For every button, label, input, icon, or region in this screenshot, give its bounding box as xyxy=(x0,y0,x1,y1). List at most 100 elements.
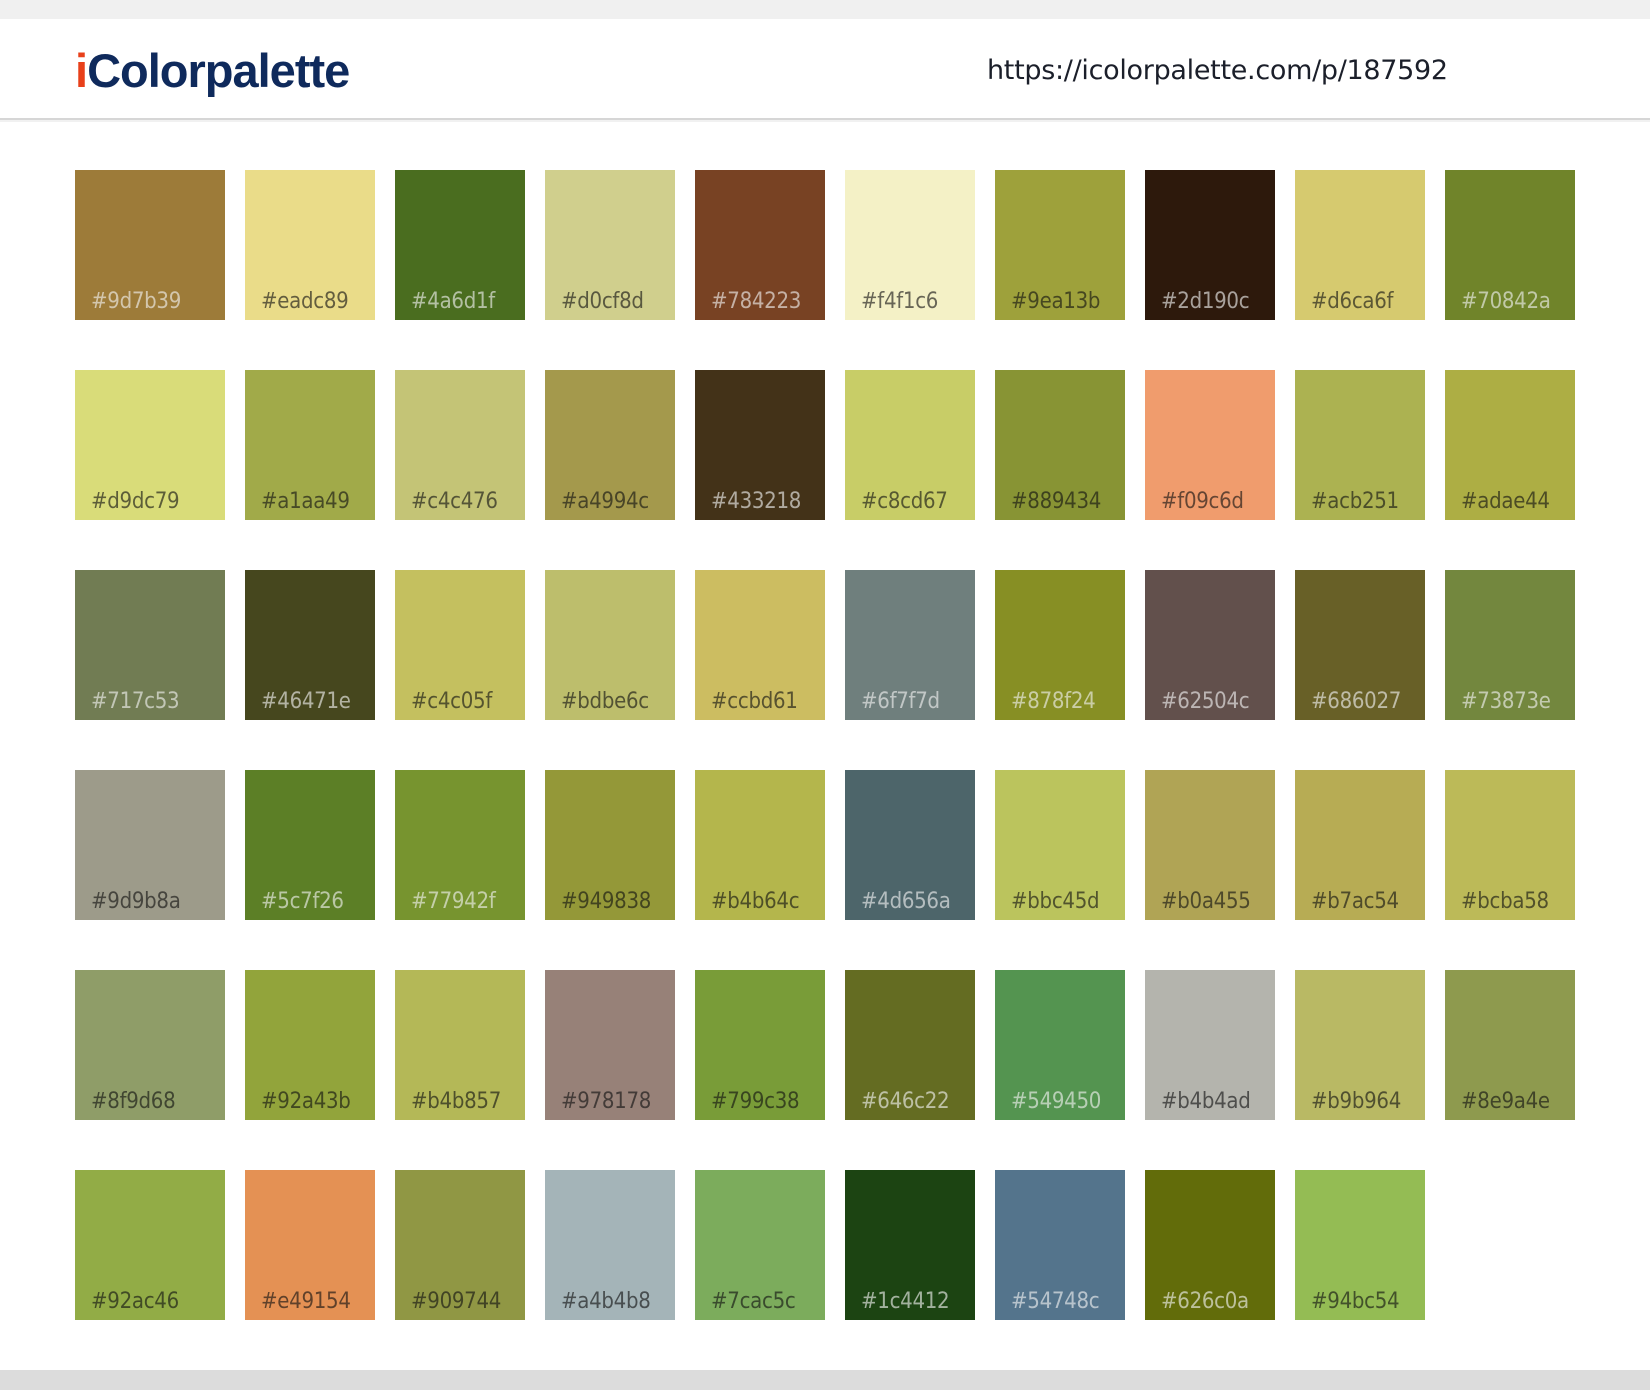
color-swatch[interactable]: #73873e xyxy=(1445,570,1575,720)
color-swatch[interactable]: #b4b64c xyxy=(695,770,825,920)
color-swatch[interactable]: #ccbd61 xyxy=(695,570,825,720)
swatch-hex-label: #6f7f7d xyxy=(861,689,940,714)
color-swatch[interactable]: #e49154 xyxy=(245,1170,375,1320)
color-swatch[interactable]: #acb251 xyxy=(1295,370,1425,520)
color-swatch[interactable]: #549450 xyxy=(995,970,1125,1120)
color-swatch[interactable]: #54748c xyxy=(995,1170,1125,1320)
swatch-hex-label: #54748c xyxy=(1011,1289,1100,1314)
color-swatch[interactable]: #978178 xyxy=(545,970,675,1120)
swatch-hex-label: #549450 xyxy=(1011,1089,1102,1114)
swatch-hex-label: #46471e xyxy=(261,689,351,714)
color-swatch[interactable]: #c4c05f xyxy=(395,570,525,720)
color-swatch[interactable]: #46471e xyxy=(245,570,375,720)
swatch-hex-label: #92ac46 xyxy=(91,1289,179,1314)
color-swatch[interactable]: #2d190c xyxy=(1145,170,1275,320)
swatch-hex-label: #5c7f26 xyxy=(261,889,344,914)
color-swatch[interactable]: #7cac5c xyxy=(695,1170,825,1320)
swatch-hex-label: #878f24 xyxy=(1011,689,1096,714)
swatch-hex-label: #8e9a4e xyxy=(1461,1089,1550,1114)
site-header: iColorpalette https://icolorpalette.com/… xyxy=(0,19,1650,120)
color-swatch[interactable]: #d0cf8d xyxy=(545,170,675,320)
color-swatch[interactable]: #717c53 xyxy=(75,570,225,720)
swatch-hex-label: #acb251 xyxy=(1311,489,1399,514)
color-swatch[interactable]: #92ac46 xyxy=(75,1170,225,1320)
color-swatch[interactable]: #c4c476 xyxy=(395,370,525,520)
color-swatch[interactable]: #626c0a xyxy=(1145,1170,1275,1320)
color-swatch[interactable]: #4d656a xyxy=(845,770,975,920)
color-swatch[interactable]: #b4b4ad xyxy=(1145,970,1275,1120)
color-swatch[interactable]: #9d7b39 xyxy=(75,170,225,320)
color-swatch[interactable]: #d6ca6f xyxy=(1295,170,1425,320)
color-swatch[interactable]: #d9dc79 xyxy=(75,370,225,520)
color-swatch[interactable]: #77942f xyxy=(395,770,525,920)
color-swatch[interactable]: #adae44 xyxy=(1445,370,1575,520)
swatch-hex-label: #d6ca6f xyxy=(1311,289,1394,314)
color-swatch[interactable]: #5c7f26 xyxy=(245,770,375,920)
color-swatch[interactable]: #889434 xyxy=(995,370,1125,520)
swatch-hex-label: #d0cf8d xyxy=(561,289,644,314)
color-swatch[interactable]: #b0a455 xyxy=(1145,770,1275,920)
color-swatch[interactable]: #94bc54 xyxy=(1295,1170,1425,1320)
color-swatch[interactable]: #a4994c xyxy=(545,370,675,520)
swatch-hex-label: #978178 xyxy=(561,1089,652,1114)
color-swatch[interactable]: #433218 xyxy=(695,370,825,520)
swatch-hex-label: #c4c476 xyxy=(411,489,498,514)
swatch-hex-label: #eadc89 xyxy=(261,289,349,314)
color-swatch[interactable]: #62504c xyxy=(1145,570,1275,720)
color-swatch[interactable]: #784223 xyxy=(695,170,825,320)
swatch-hex-label: #e49154 xyxy=(261,1289,351,1314)
swatch-hex-label: #77942f xyxy=(411,889,496,914)
color-swatch[interactable]: #b4b857 xyxy=(395,970,525,1120)
swatch-hex-label: #f4f1c6 xyxy=(861,289,939,314)
color-swatch[interactable]: #9ea13b xyxy=(995,170,1125,320)
swatch-hex-label: #c8cd67 xyxy=(861,489,948,514)
swatch-hex-label: #a4994c xyxy=(561,489,649,514)
swatch-hex-label: #c4c05f xyxy=(411,689,492,714)
swatch-hex-label: #94bc54 xyxy=(1311,1289,1400,1314)
color-swatch[interactable]: #f4f1c6 xyxy=(845,170,975,320)
color-swatch[interactable]: #949838 xyxy=(545,770,675,920)
color-swatch[interactable]: #909744 xyxy=(395,1170,525,1320)
swatch-hex-label: #1c4412 xyxy=(861,1289,950,1314)
color-swatch[interactable]: #bbc45d xyxy=(995,770,1125,920)
color-swatch[interactable]: #8e9a4e xyxy=(1445,970,1575,1120)
color-swatch[interactable]: #b7ac54 xyxy=(1295,770,1425,920)
swatch-hex-label: #62504c xyxy=(1161,689,1250,714)
color-swatch[interactable]: #92a43b xyxy=(245,970,375,1120)
swatch-hex-label: #2d190c xyxy=(1161,289,1250,314)
swatch-hex-label: #626c0a xyxy=(1161,1289,1249,1314)
swatch-hex-label: #686027 xyxy=(1311,689,1402,714)
color-swatch[interactable]: #4a6d1f xyxy=(395,170,525,320)
palette-url: https://icolorpalette.com/p/187592 xyxy=(987,55,1448,86)
color-swatch[interactable]: #bdbe6c xyxy=(545,570,675,720)
color-swatch[interactable]: #f09c6d xyxy=(1145,370,1275,520)
color-swatch[interactable]: #1c4412 xyxy=(845,1170,975,1320)
swatch-hex-label: #909744 xyxy=(411,1289,502,1314)
site-logo[interactable]: iColorpalette xyxy=(75,44,350,97)
color-swatch[interactable]: #799c38 xyxy=(695,970,825,1120)
swatch-hex-label: #b0a455 xyxy=(1161,889,1251,914)
swatch-hex-label: #9ea13b xyxy=(1011,289,1101,314)
color-swatch[interactable]: #a4b4b8 xyxy=(545,1170,675,1320)
color-swatch[interactable]: #6f7f7d xyxy=(845,570,975,720)
swatch-hex-label: #d9dc79 xyxy=(91,489,180,514)
color-swatch[interactable]: #eadc89 xyxy=(245,170,375,320)
color-swatch[interactable]: #878f24 xyxy=(995,570,1125,720)
top-strip xyxy=(0,0,1650,19)
logo-text: Colorpalette xyxy=(87,44,350,97)
color-swatch[interactable]: #9d9b8a xyxy=(75,770,225,920)
swatch-hex-label: #799c38 xyxy=(711,1089,800,1114)
color-swatch[interactable]: #646c22 xyxy=(845,970,975,1120)
color-swatch[interactable]: #70842a xyxy=(1445,170,1575,320)
color-swatch[interactable]: #8f9d68 xyxy=(75,970,225,1120)
color-swatch[interactable]: #bcba58 xyxy=(1445,770,1575,920)
color-swatch[interactable]: #c8cd67 xyxy=(845,370,975,520)
swatch-hex-label: #7cac5c xyxy=(711,1289,796,1314)
swatch-hex-label: #9d9b8a xyxy=(91,889,181,914)
color-swatch[interactable]: #a1aa49 xyxy=(245,370,375,520)
color-swatch[interactable]: #686027 xyxy=(1295,570,1425,720)
color-swatch[interactable]: #b9b964 xyxy=(1295,970,1425,1120)
swatch-hex-label: #70842a xyxy=(1461,289,1551,314)
swatch-hex-label: #4a6d1f xyxy=(411,289,495,314)
swatch-hex-label: #bbc45d xyxy=(1011,889,1100,914)
